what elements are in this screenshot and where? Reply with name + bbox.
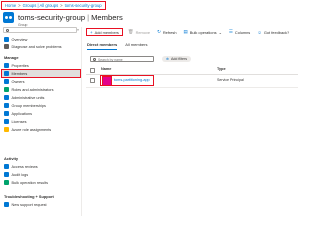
search-icon xyxy=(93,58,96,62)
columns-button[interactable]: ☰ Columns xyxy=(229,29,250,35)
row-checkbox[interactable] xyxy=(90,78,95,83)
trash-icon: 🗑 xyxy=(127,29,134,34)
search-input[interactable] xyxy=(98,57,152,62)
sidebar-item-azure-roles[interactable]: Azure role assignments xyxy=(2,126,80,133)
add-members-button[interactable]: + Add members xyxy=(86,28,123,36)
sidebar-item-properties[interactable]: Properties xyxy=(2,62,80,69)
sidebar-item-members[interactable]: Members xyxy=(1,69,81,78)
sidebar-item-bulk-results[interactable]: Bulk operation results xyxy=(2,179,80,186)
licenses-icon xyxy=(4,119,9,124)
sidebar-item-applications[interactable]: Applications xyxy=(2,110,80,117)
app-icon xyxy=(101,75,113,86)
refresh-icon: ↻ xyxy=(157,29,161,34)
audit-logs-icon xyxy=(4,172,9,177)
overview-icon xyxy=(4,37,9,42)
breadcrumb-groups[interactable]: Groups | All groups xyxy=(23,3,59,8)
key-icon xyxy=(4,127,9,132)
sidebar-item-overview[interactable]: Overview xyxy=(2,36,80,43)
bulk-icon: ▤ xyxy=(183,29,188,34)
member-name-link[interactable]: toms-partitioning-app xyxy=(114,78,150,82)
group-icon xyxy=(3,12,14,23)
properties-icon xyxy=(4,63,9,68)
member-search xyxy=(90,56,154,62)
section-troubleshooting: Troubleshooting + Support xyxy=(4,194,54,199)
sidebar-item-support[interactable]: New support request xyxy=(2,201,80,208)
page-header: toms-security-group | Members xyxy=(3,12,123,23)
bulk-results-icon xyxy=(4,180,9,185)
access-reviews-icon xyxy=(4,164,9,169)
group-name: toms-security-group xyxy=(18,13,86,22)
chevron-down-icon: ⌄ xyxy=(218,29,222,35)
sidebar-item-audit-logs[interactable]: Audit logs xyxy=(2,171,80,178)
members-icon xyxy=(4,71,9,76)
remove-button[interactable]: 🗑 Remove xyxy=(128,29,150,35)
sidebar-search-input[interactable] xyxy=(3,27,77,33)
refresh-button[interactable]: ↻ Refresh xyxy=(157,29,176,35)
search-icon xyxy=(6,29,9,33)
row-divider xyxy=(86,87,298,88)
select-all-checkbox[interactable] xyxy=(90,68,95,73)
wrench-icon xyxy=(4,44,9,49)
page-title: toms-security-group | Members xyxy=(18,13,123,22)
plus-icon: + xyxy=(90,29,93,35)
breadcrumb-group[interactable]: toms-security-group xyxy=(65,3,102,8)
sidebar-item-roles[interactable]: Roles and administrators xyxy=(2,86,80,93)
column-header-type[interactable]: Type xyxy=(217,67,226,71)
sidebar-item-group-memberships[interactable]: Group memberships xyxy=(2,102,80,109)
collapse-icon[interactable]: « xyxy=(77,28,79,32)
sidebar-item-diagnose[interactable]: Diagnose and solve problems xyxy=(2,43,80,50)
bulk-operations-button[interactable]: ▤ Bulk operations ⌄ xyxy=(183,29,221,35)
table-row[interactable]: toms-partitioning-app Service Principal xyxy=(86,75,298,86)
command-bar: + Add members 🗑 Remove ↻ Refresh ▤ Bulk oper… xyxy=(86,28,296,36)
tab-all-members[interactable]: All members xyxy=(125,42,147,50)
tab-direct-members[interactable]: Direct members xyxy=(87,42,118,50)
sidebar-item-licenses[interactable]: Licenses xyxy=(2,118,80,125)
group-memberships-icon xyxy=(4,103,9,108)
section-manage: Manage xyxy=(4,55,19,60)
sidebar: « Overview Diagnose and solve problems M… xyxy=(0,27,82,216)
sidebar-item-access-reviews[interactable]: Access reviews xyxy=(2,163,80,170)
breadcrumb: Home > Groups | All groups > toms-securi… xyxy=(1,1,106,10)
filter-icon: ⊕ xyxy=(166,57,170,61)
member-tabs: Direct members All members xyxy=(87,42,155,50)
section-activity: Activity xyxy=(4,156,19,161)
columns-icon: ☰ xyxy=(228,29,233,34)
applications-icon xyxy=(4,111,9,116)
breadcrumb-home[interactable]: Home xyxy=(5,3,16,8)
column-header-name[interactable]: Name xyxy=(101,67,111,71)
feedback-button[interactable]: ☺ Got feedback? xyxy=(257,30,289,35)
breadcrumb-separator: > xyxy=(18,3,21,8)
roles-icon xyxy=(4,87,9,92)
feedback-icon: ☺ xyxy=(257,29,262,35)
member-type: Service Principal xyxy=(217,78,244,83)
owners-icon xyxy=(4,79,9,84)
sidebar-item-admin-units[interactable]: Administrative units xyxy=(2,94,80,101)
admin-units-icon xyxy=(4,95,9,100)
add-filters-button[interactable]: ⊕ Add filters xyxy=(162,56,191,62)
support-icon xyxy=(4,202,9,207)
page-name: Members xyxy=(91,13,123,22)
sidebar-item-owners[interactable]: Owners xyxy=(2,78,80,85)
breadcrumb-separator: > xyxy=(60,3,63,8)
